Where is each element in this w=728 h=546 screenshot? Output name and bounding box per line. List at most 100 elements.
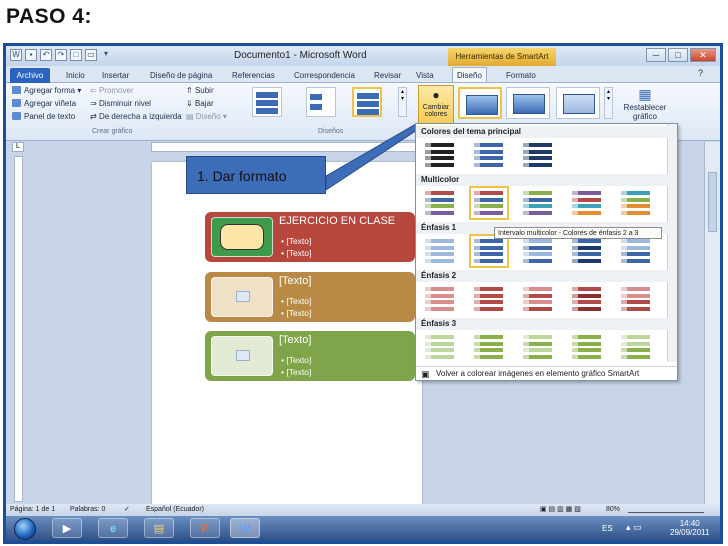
tab-revisar[interactable]: Revisar [370,68,405,83]
style-thumb-3[interactable] [556,87,600,119]
recolor-pictures-option[interactable]: ▣ Volver a colorear imágenes en elemento… [416,366,677,380]
color-swatch[interactable] [569,284,605,314]
tab-selector-icon[interactable]: L [12,142,24,152]
tab-diseno[interactable]: Diseño [452,67,487,82]
smartart-bullet-2a[interactable]: • [Texto] [281,296,311,306]
color-swatch[interactable] [469,234,509,268]
layout-thumb-1[interactable] [252,87,282,117]
color-swatch[interactable] [471,332,507,362]
image-placeholder-icon[interactable] [211,336,273,376]
smartart-bullet-1b[interactable]: • [Texto] [281,248,311,258]
new-document-icon[interactable]: □ [70,49,82,61]
panel-texto-button[interactable]: Panel de texto [12,112,75,121]
tab-insertar[interactable]: Insertar [98,68,133,83]
clipart-teacher-icon[interactable] [211,217,273,257]
vertical-ruler[interactable] [14,156,23,502]
tab-formato[interactable]: Formato [502,68,540,83]
qat-customize-icon[interactable]: ▾ [100,49,112,61]
layout-thumb-3[interactable] [352,87,382,117]
color-swatch[interactable] [569,188,605,218]
agregar-vineta-button[interactable]: Agregar viñeta [12,99,76,108]
style-thumb-2[interactable] [506,87,550,119]
smartart-bullet-3b[interactable]: • [Texto] [281,367,311,377]
color-swatch[interactable] [422,236,458,266]
minimize-button[interactable]: ─ [646,48,666,62]
color-swatch[interactable] [618,236,654,266]
color-swatch[interactable] [618,332,654,362]
diseno-button[interactable]: ▤ Diseño ▾ [186,112,227,121]
spellcheck-icon[interactable]: ✓ [124,505,130,513]
smartart-bullet-3a[interactable]: • [Texto] [281,355,311,365]
status-page[interactable]: Página: 1 de 1 [10,506,55,513]
maximize-button[interactable]: □ [668,48,688,62]
close-button[interactable]: ✕ [690,48,716,62]
tab-vista[interactable]: Vista [412,68,438,83]
color-swatch[interactable] [618,284,654,314]
tray-icons[interactable]: ▴ ▭ [626,522,642,533]
smartart-shape-2[interactable]: [Texto] • [Texto] • [Texto] [205,272,415,322]
view-buttons-icon[interactable]: ▣ ▤ ▥ ▦ ▧ [540,505,581,513]
derecha-izquierda-button[interactable]: ⇄ De derecha a izquierda [90,112,182,121]
status-language[interactable]: Español (Ecuador) [146,506,204,513]
promover-button[interactable]: ⇐ Promover [90,86,134,95]
styles-more-icon[interactable]: ▴ ▾ [604,87,613,119]
tab-archivo[interactable]: Archivo [10,68,50,83]
scrollbar-thumb[interactable] [708,172,717,232]
color-swatch[interactable] [469,186,509,220]
subir-button[interactable]: ⇑ Subir [186,86,214,95]
smartart-title-3[interactable]: [Texto] [279,334,311,346]
start-button-icon[interactable] [14,518,36,540]
word-logo-icon[interactable]: W [10,49,22,61]
status-words[interactable]: Palabras: 0 [70,506,105,513]
zoom-slider[interactable] [628,505,704,513]
restablecer-grafico-button[interactable]: ▦ Restablecer gráfico [620,85,670,121]
color-swatch[interactable] [520,332,556,362]
disminuir-nivel-button[interactable]: ⇒ Disminuir nivel [90,99,151,108]
tab-referencias[interactable]: Referencias [228,68,279,83]
swatch-bar [621,293,650,298]
redo-icon[interactable]: ↷ [55,49,67,61]
smartart-bullet-1a[interactable]: • [Texto] [281,236,311,246]
image-placeholder-icon[interactable] [211,277,273,317]
color-swatch[interactable] [569,236,605,266]
zoom-level[interactable]: 80% [606,506,620,513]
powerpoint-icon[interactable]: P [190,518,220,538]
color-swatch[interactable] [422,140,458,170]
color-swatch[interactable] [471,284,507,314]
color-swatch[interactable] [569,332,605,362]
save-icon[interactable]: ▪ [25,49,37,61]
help-icon[interactable]: ? [698,68,703,78]
agregar-forma-button[interactable]: Agregar forma ▾ [12,86,81,95]
layout-thumb-2[interactable] [306,87,336,117]
style-thumb-1[interactable] [458,87,502,119]
smartart-title-1[interactable]: EJERCICIO EN CLASE [279,215,395,227]
media-player-icon[interactable]: ▶ [52,518,82,538]
color-swatch[interactable] [520,236,556,266]
smartart-title-2[interactable]: [Texto] [279,275,311,287]
word-taskbar-icon[interactable]: W [230,518,260,538]
tab-correspondencia[interactable]: Correspondencia [290,68,359,83]
system-clock[interactable]: 14:40 29/09/2011 [670,519,709,537]
color-swatch[interactable] [520,284,556,314]
undo-icon[interactable]: ↶ [40,49,52,61]
color-swatch[interactable] [422,332,458,362]
smartart-bullet-2b[interactable]: • [Texto] [281,308,311,318]
input-language[interactable]: ES [602,524,613,533]
horizontal-ruler[interactable] [151,142,421,152]
color-swatch[interactable] [422,284,458,314]
color-swatch[interactable] [520,140,556,170]
open-folder-icon[interactable]: ▭ [85,49,97,61]
smartart-shape-3[interactable]: [Texto] • [Texto] • [Texto] [205,331,415,381]
smartart-shape-1[interactable]: EJERCICIO EN CLASE • [Texto] • [Texto] [205,212,415,262]
color-swatch[interactable] [471,140,507,170]
tab-diseno-pagina[interactable]: Diseño de página [146,68,216,83]
file-explorer-icon[interactable]: ▤ [144,518,174,538]
color-swatch[interactable] [520,188,556,218]
color-swatch[interactable] [618,188,654,218]
bajar-button[interactable]: ⇓ Bajar [186,99,214,108]
layouts-more-icon[interactable]: ▴ ▾ [398,87,407,117]
vertical-scrollbar[interactable] [704,142,720,504]
internet-explorer-icon[interactable]: e [98,518,128,538]
tab-inicio[interactable]: Inicio [62,68,89,83]
color-swatch[interactable] [422,188,458,218]
